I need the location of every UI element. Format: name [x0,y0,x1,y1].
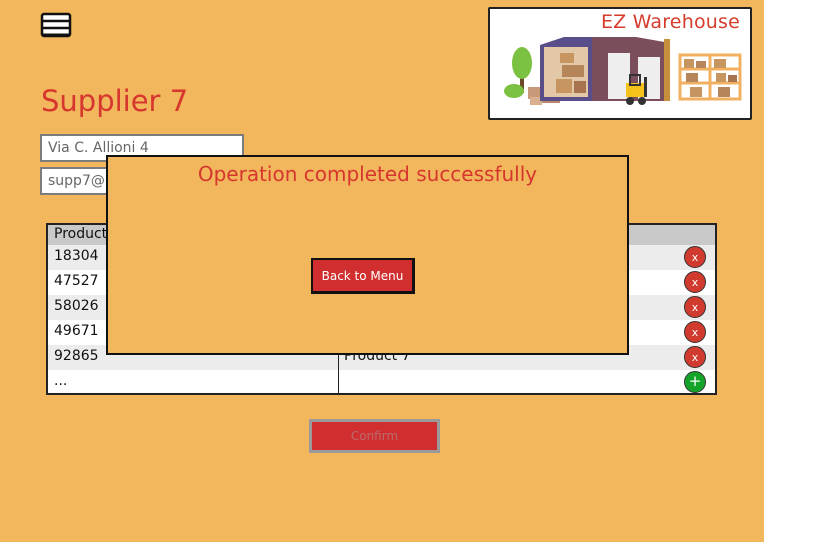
confirm-button[interactable]: Confirm [309,419,440,453]
ellipsis-cell: ... [54,373,68,389]
success-dialog: Operation completed successfully Back to… [106,155,629,355]
close-icon: x [691,301,699,314]
close-icon: x [691,326,699,339]
delete-row-button[interactable]: x [684,346,706,368]
page-title: Supplier 7 [41,84,189,118]
plus-icon: + [688,372,702,390]
product-id-cell: 49671 [54,323,99,339]
logo-title: EZ Warehouse [600,11,740,33]
add-row-button[interactable]: + [684,371,706,393]
close-icon: x [691,276,699,289]
product-id-cell: 92865 [54,348,99,364]
hamburger-menu-icon[interactable] [40,12,72,38]
app-screen: EZ Warehouse Supplier 7 Via C. Allioni 4… [0,0,764,542]
column-header-product: Product [54,226,108,242]
back-to-menu-button[interactable]: Back to Menu [311,258,415,294]
close-icon: x [691,351,699,364]
success-message: Operation completed successfully [197,162,538,186]
delete-row-button[interactable]: x [684,321,706,343]
delete-row-button[interactable]: x [684,271,706,293]
product-id-cell: 18304 [54,248,99,264]
delete-row-button[interactable]: x [684,296,706,318]
table-row-new: ... + [48,370,715,393]
app-logo: EZ Warehouse [488,7,752,120]
product-id-cell: 58026 [54,298,99,314]
delete-row-button[interactable]: x [684,246,706,268]
product-id-cell: 47527 [54,273,99,289]
close-icon: x [691,251,699,264]
warehouse-illustration-icon [504,37,742,105]
